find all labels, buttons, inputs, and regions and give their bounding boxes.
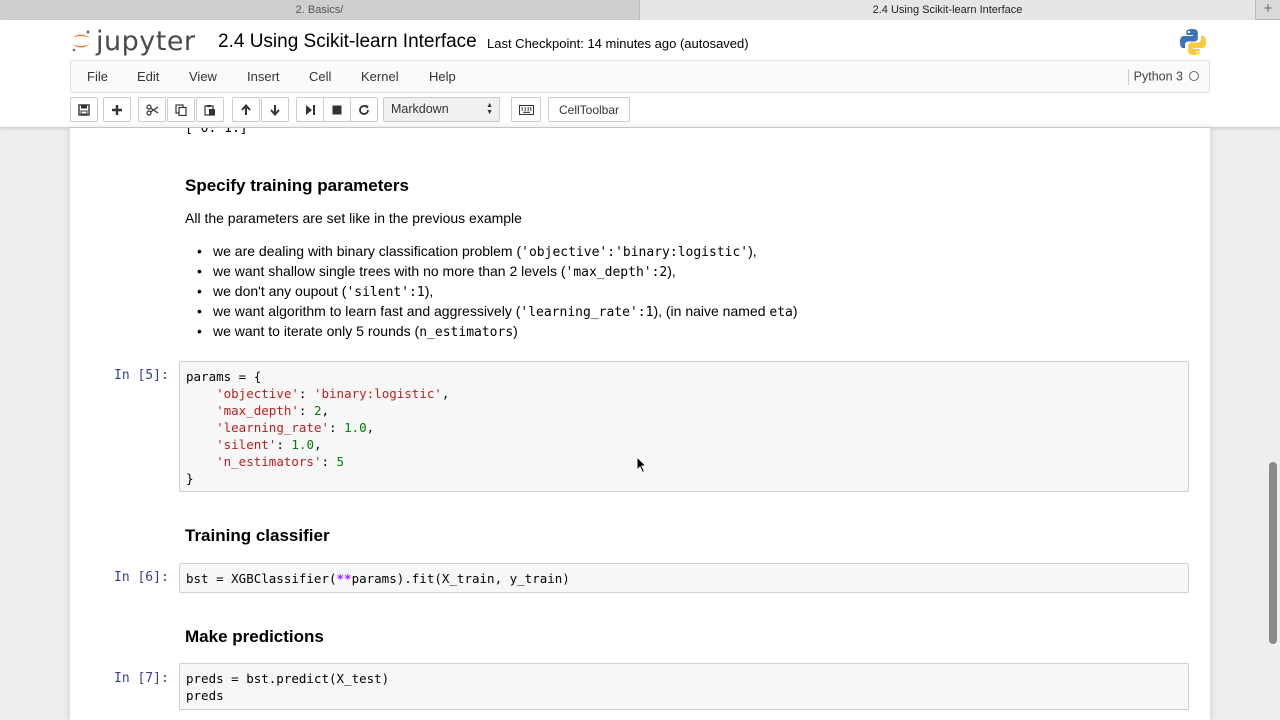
cell-prompt: In [7]: — [114, 671, 169, 686]
cell-prompt: In [5]: — [114, 368, 169, 383]
copy-button[interactable] — [167, 97, 195, 122]
menu-file[interactable]: File — [87, 69, 108, 84]
restart-icon — [359, 104, 369, 115]
heading-text: Training classifier — [185, 526, 330, 545]
heading-text: Specify training parameters — [185, 176, 409, 195]
heading-make-predictions[interactable]: Make predictions — [185, 627, 324, 647]
code-line: preds — [186, 688, 224, 703]
menu-cell[interactable]: Cell — [309, 69, 331, 84]
select-arrows-icon: ▲ ▼ — [486, 102, 493, 116]
jupyter-logo[interactable]: jupyter — [70, 25, 196, 57]
browser-tab-label: 2.4 Using Scikit-learn Interface — [872, 4, 1023, 16]
celltoolbar-button[interactable]: CellToolbar — [548, 97, 630, 122]
keyboard-icon — [518, 104, 534, 115]
notebook-title[interactable]: 2.4 Using Scikit-learn Interface — [218, 31, 477, 53]
code-line: 'learning_rate': 1.0, — [216, 420, 375, 435]
plus-icon: + — [1263, 0, 1273, 17]
stop-icon — [332, 105, 342, 114]
menu-view[interactable]: View — [189, 69, 217, 84]
notebook-container: [ 0. 1.] Specify training parameters All… — [70, 128, 1210, 720]
cell-type-value: Markdown — [391, 102, 449, 116]
menu-bar: File Edit View Insert Cell Kernel Help P… — [70, 60, 1210, 93]
stop-button[interactable] — [323, 97, 351, 122]
code-cell-fit[interactable]: bst = XGBClassifier(**params).fit(X_trai… — [179, 563, 1189, 593]
previous-output: [ 0. 1.] — [185, 128, 248, 136]
code-cell-predict[interactable]: preds = bst.predict(X_test) preds — [179, 663, 1189, 710]
cell-prompt: In [6]: — [114, 570, 169, 585]
list-item: we want shallow single trees with no mor… — [185, 261, 798, 281]
browser-tab-bar: 2. Basics/ 2.4 Using Scikit-learn Interf… — [0, 0, 1280, 20]
save-icon — [78, 103, 90, 116]
code-line: 'objective': 'binary:logistic', — [216, 386, 450, 401]
menu-edit[interactable]: Edit — [137, 69, 159, 84]
menu-help[interactable]: Help — [429, 69, 456, 84]
code-cell-params[interactable]: params = { 'objective': 'binary:logistic… — [179, 361, 1189, 492]
checkpoint-status: Last Checkpoint: 14 minutes ago (autosav… — [487, 36, 749, 51]
code-line: params = { — [186, 369, 262, 384]
jupyter-wordmark: jupyter — [96, 25, 196, 57]
intro-paragraph: All the parameters are set like in the p… — [185, 210, 522, 226]
celltoolbar-label: CellToolbar — [558, 102, 620, 117]
cut-button[interactable] — [138, 97, 166, 122]
browser-tab-notebook[interactable]: 2.4 Using Scikit-learn Interface — [640, 0, 1256, 20]
run-button[interactable] — [296, 97, 324, 122]
code-line: 'max_depth': 2, — [216, 403, 330, 418]
code-line: preds = bst.predict(X_test) — [186, 671, 390, 686]
menu-insert[interactable]: Insert — [247, 69, 280, 84]
heading-text: Make predictions — [185, 627, 324, 646]
kernel-name: Python 3 — [1133, 69, 1183, 84]
list-item: we want algorithm to learn fast and aggr… — [185, 301, 798, 321]
heading-training-parameters[interactable]: Specify training parameters — [185, 176, 409, 196]
add-cell-icon — [112, 104, 122, 115]
list-item: we are dealing with binary classificatio… — [185, 241, 798, 261]
move-down-button[interactable] — [261, 97, 289, 122]
save-button[interactable] — [70, 97, 98, 122]
new-tab-button[interactable]: + — [1256, 0, 1280, 20]
separator — [1127, 69, 1129, 85]
python-logo-icon — [1178, 27, 1208, 62]
code-line: 'n_estimators': 5 — [216, 454, 345, 469]
command-palette-button[interactable] — [511, 97, 541, 122]
kernel-indicator: Python 3 — [1127, 69, 1199, 85]
paste-icon — [204, 104, 215, 116]
browser-tab-basics[interactable]: 2. Basics/ — [0, 0, 640, 20]
list-item: we want to iterate only 5 rounds (n_esti… — [185, 321, 798, 341]
browser-tab-label: 2. Basics/ — [295, 4, 344, 16]
list-item: we don't any oupout ('silent':1), — [185, 281, 798, 301]
menu-kernel[interactable]: Kernel — [361, 69, 399, 84]
cut-icon — [145, 103, 158, 116]
add-cell-button[interactable] — [103, 97, 131, 122]
code-line: } — [186, 471, 194, 486]
move-down-icon — [270, 104, 280, 116]
jupyter-logo-icon — [72, 30, 90, 52]
cell-type-select[interactable]: Markdown ▲ ▼ — [383, 97, 500, 122]
mouse-cursor-icon — [636, 456, 648, 474]
heading-training-classifier[interactable]: Training classifier — [185, 526, 330, 546]
parameter-list: we are dealing with binary classificatio… — [185, 241, 798, 341]
restart-button[interactable] — [350, 97, 378, 122]
code-line: 'silent': 1.0, — [216, 437, 322, 452]
move-up-icon — [241, 103, 251, 115]
move-up-button[interactable] — [232, 97, 260, 122]
notebook-header: jupyter 2.4 Using Scikit-learn Interface… — [0, 20, 1280, 128]
kernel-idle-icon — [1189, 71, 1199, 81]
paste-button[interactable] — [196, 97, 224, 122]
copy-icon — [175, 103, 187, 116]
scrollbar-thumb[interactable] — [1269, 462, 1277, 644]
run-icon — [306, 104, 315, 115]
